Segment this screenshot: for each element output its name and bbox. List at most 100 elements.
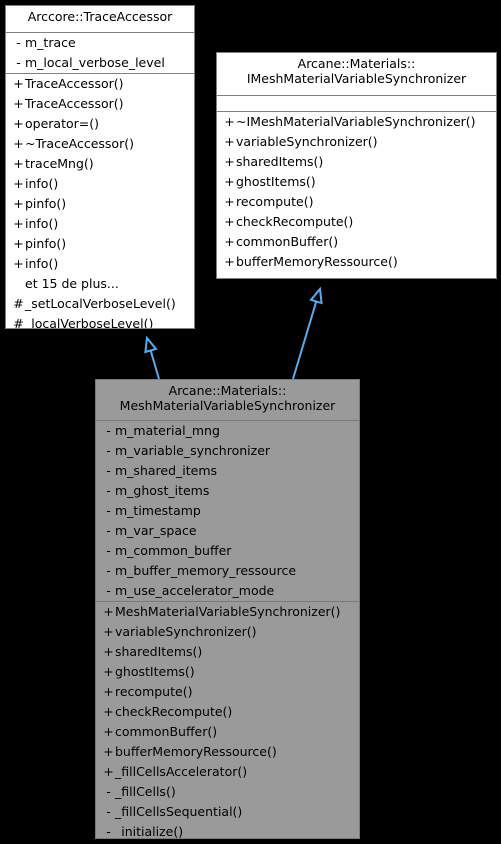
class-title-imesh-material-variable-synchronizer: Arcane::Materials:: IMeshMaterialVariable… <box>217 53 496 95</box>
method-row: + recompute() <box>96 682 359 702</box>
visibility-marker: # <box>13 316 24 329</box>
attribute-row: - m_timestamp <box>96 501 359 521</box>
visibility-marker: + <box>13 236 24 251</box>
member-name: variableSynchronizer() <box>236 134 378 149</box>
member-name: m_var_space <box>115 523 197 538</box>
method-row: # _setLocalVerboseLevel() <box>6 294 194 314</box>
visibility-marker: + <box>103 764 114 779</box>
class-box-imesh-material-variable-synchronizer[interactable]: Arcane::Materials:: IMeshMaterialVariable… <box>216 52 497 279</box>
member-name: recompute() <box>115 684 193 699</box>
method-row: + info() <box>6 174 194 194</box>
member-name: m_trace <box>25 35 76 50</box>
member-name: recompute() <box>236 194 314 209</box>
member-name: info() <box>25 216 59 231</box>
class-diagram-canvas: Arccore::TraceAccessor - m_trace - m_local_v… <box>0 0 501 844</box>
visibility-marker: + <box>224 214 235 229</box>
member-name: bufferMemoryRessource() <box>236 254 398 269</box>
attribute-row: - m_trace <box>6 33 194 53</box>
class-title-line: Arccore::TraceAccessor <box>27 9 173 24</box>
method-row: + checkRecompute() <box>96 702 359 722</box>
class-methods-imesh-material-variable-synchronizer: + ~IMeshMaterialVariableSynchronizer() + va… <box>217 111 496 272</box>
visibility-marker: + <box>224 194 235 209</box>
visibility-marker: + <box>224 254 235 269</box>
class-title-line: Arcane::Materials:: <box>168 383 287 398</box>
class-title-line: Arcane::Materials:: <box>297 56 416 71</box>
visibility-marker: - <box>16 35 21 50</box>
class-attributes-mesh-material-variable-synchronizer: - m_material_mng - m_variable_synchronizer -… <box>96 420 359 601</box>
attribute-row: - m_buffer_memory_ressource <box>96 561 359 581</box>
visibility-marker: - <box>106 523 111 538</box>
visibility-marker: + <box>103 604 114 619</box>
member-name: checkRecompute() <box>236 214 354 229</box>
member-name: sharedItems() <box>236 154 324 169</box>
method-row: - _fillCellsSequential() <box>96 802 359 822</box>
member-name: m_timestamp <box>115 503 201 518</box>
member-name: ghostItems() <box>115 664 195 679</box>
attribute-row: - m_ghost_items <box>96 481 359 501</box>
method-row: + pinfo() <box>6 234 194 254</box>
attribute-row: - m_common_buffer <box>96 541 359 561</box>
attribute-row: - m_variable_synchronizer <box>96 441 359 461</box>
member-name: pinfo() <box>25 196 67 211</box>
visibility-marker: - <box>106 563 111 578</box>
attribute-row: - m_material_mng <box>96 421 359 441</box>
method-row: - _fillCells() <box>96 782 359 802</box>
visibility-marker: - <box>16 55 21 70</box>
member-name: bufferMemoryRessource() <box>115 744 277 759</box>
class-methods-mesh-material-variable-synchronizer: + MeshMaterialVariableSynchronizer() + vari… <box>96 601 359 839</box>
class-box-trace-accessor[interactable]: Arccore::TraceAccessor - m_trace - m_local_v… <box>5 5 195 329</box>
method-row: + info() <box>6 214 194 234</box>
method-row: + commonBuffer() <box>96 722 359 742</box>
class-attributes-trace-accessor: - m_trace - m_local_verbose_level <box>6 32 194 73</box>
visibility-marker: + <box>13 176 24 191</box>
member-name: TraceAccessor() <box>25 96 124 111</box>
attribute-row: - m_local_verbose_level <box>6 53 194 73</box>
visibility-marker: + <box>13 156 24 171</box>
visibility-marker: + <box>103 644 114 659</box>
method-row: + ~TraceAccessor() <box>6 134 194 154</box>
visibility-marker: + <box>224 234 235 249</box>
method-row: # _localVerboseLevel() <box>6 314 194 329</box>
visibility-marker: # <box>13 296 24 311</box>
class-methods-trace-accessor: + TraceAccessor() + TraceAccessor() + operato… <box>6 73 194 329</box>
class-title-trace-accessor: Arccore::TraceAccessor <box>6 6 194 32</box>
class-title-line: MeshMaterialVariableSynchronizer <box>119 397 336 413</box>
visibility-marker: - <box>106 784 111 799</box>
method-row: + TraceAccessor() <box>6 94 194 114</box>
method-row: + operator=() <box>6 114 194 134</box>
method-row: + ghostItems() <box>96 662 359 682</box>
method-row: + bufferMemoryRessource() <box>217 252 496 272</box>
method-row: + TraceAccessor() <box>6 74 194 94</box>
method-row: + checkRecompute() <box>217 212 496 232</box>
class-title-line: IMeshMaterialVariableSynchronizer <box>246 70 467 86</box>
method-row: + sharedItems() <box>96 642 359 662</box>
visibility-marker: - <box>106 804 111 819</box>
member-name: m_common_buffer <box>115 543 232 558</box>
class-box-mesh-material-variable-synchronizer[interactable]: Arcane::Materials:: MeshMaterialVariableS… <box>95 379 360 839</box>
member-name: checkRecompute() <box>115 704 233 719</box>
member-name: MeshMaterialVariableSynchronizer() <box>115 604 341 619</box>
method-row: + ~IMeshMaterialVariableSynchronizer() <box>217 112 496 132</box>
attribute-row: - m_use_accelerator_mode <box>96 581 359 601</box>
member-name: ~IMeshMaterialVariableSynchronizer() <box>236 114 476 129</box>
visibility-marker: + <box>13 136 24 151</box>
member-name: commonBuffer() <box>115 724 218 739</box>
method-row: + recompute() <box>217 192 496 212</box>
visibility-marker: + <box>103 664 114 679</box>
member-name: _fillCellsAccelerator() <box>115 764 248 779</box>
method-row: + variableSynchronizer() <box>96 622 359 642</box>
visibility-marker: - <box>106 583 111 598</box>
visibility-marker: + <box>103 704 114 719</box>
member-name: traceMng() <box>25 156 94 171</box>
member-name: info() <box>25 256 59 271</box>
visibility-marker: + <box>103 724 114 739</box>
member-name: et 15 de plus... <box>25 276 119 291</box>
visibility-marker: - <box>106 824 111 839</box>
member-name: m_shared_items <box>115 463 218 478</box>
member-name: ~TraceAccessor() <box>25 136 134 151</box>
member-name: m_use_accelerator_mode <box>115 583 275 598</box>
visibility-marker: + <box>13 196 24 211</box>
visibility-marker: + <box>13 216 24 231</box>
visibility-marker: + <box>224 174 235 189</box>
visibility-marker: + <box>224 154 235 169</box>
